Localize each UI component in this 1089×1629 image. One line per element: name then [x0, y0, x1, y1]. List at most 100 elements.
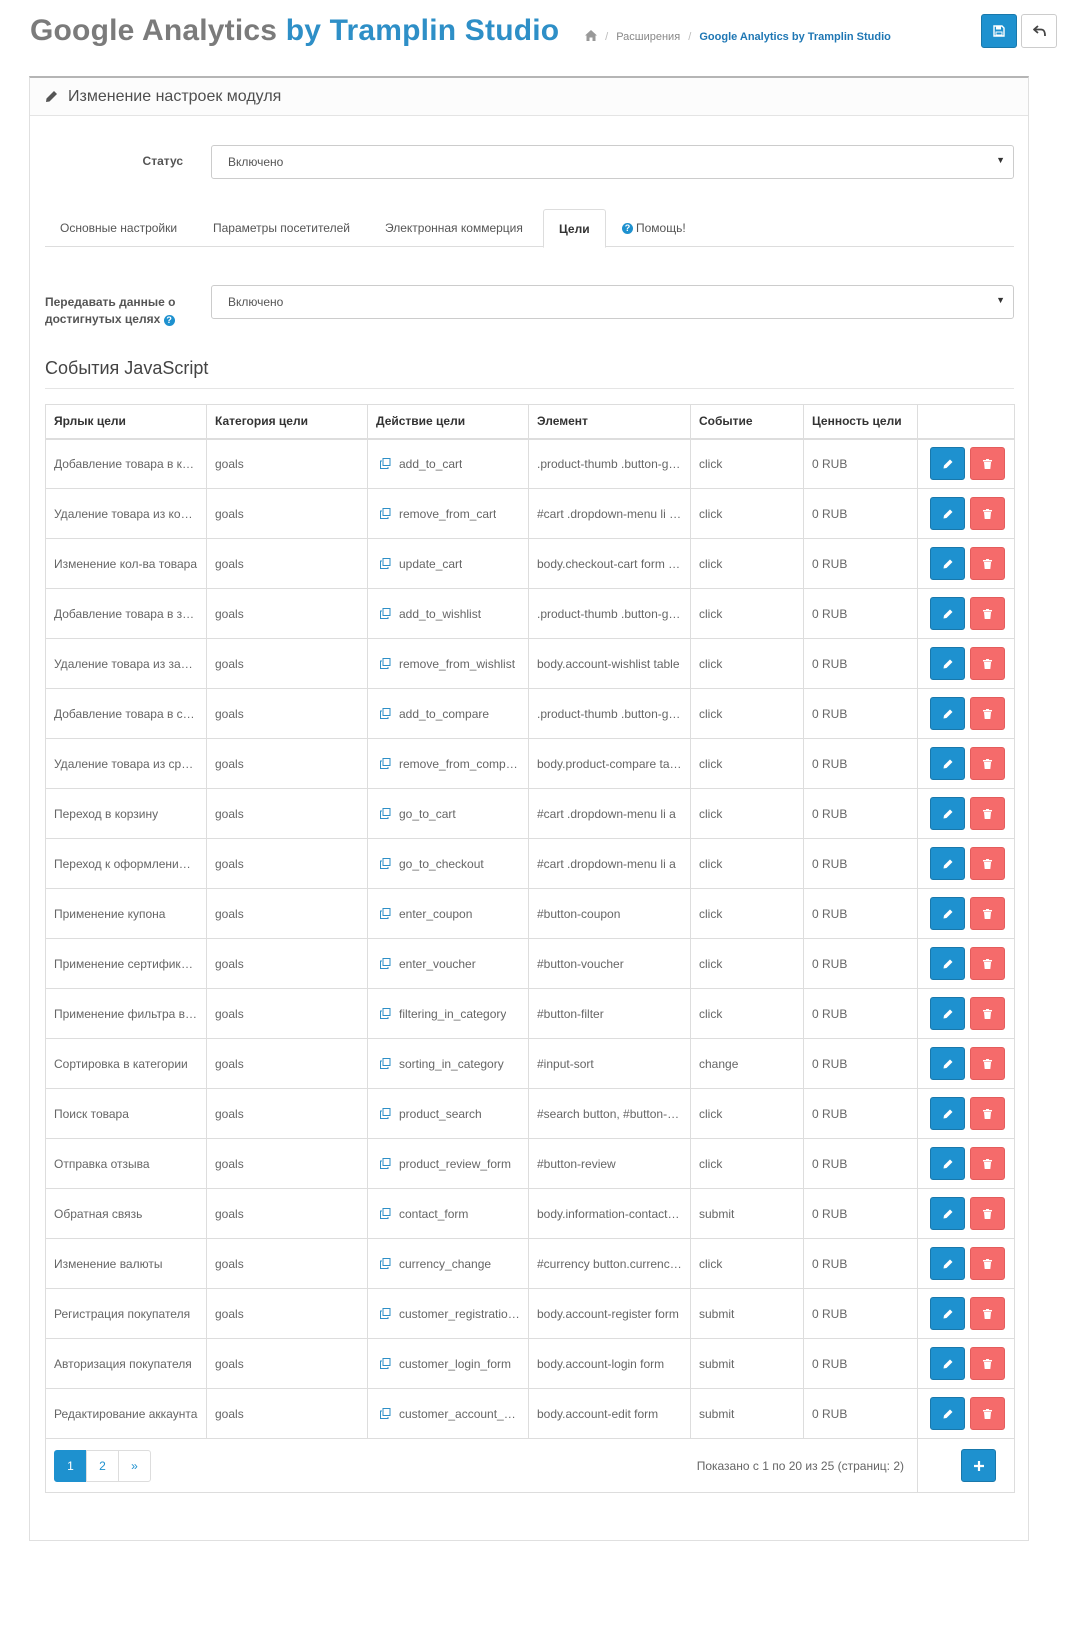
- tab-label: Параметры посетителей: [213, 221, 350, 235]
- column-header[interactable]: Ценность цели: [803, 404, 918, 440]
- edit-button[interactable]: [930, 897, 965, 930]
- copy-icon[interactable]: [380, 908, 391, 919]
- add-event-button[interactable]: [961, 1449, 996, 1482]
- edit-button[interactable]: [930, 797, 965, 830]
- copy-icon[interactable]: [380, 1358, 391, 1369]
- copy-icon[interactable]: [380, 1108, 391, 1119]
- delete-button[interactable]: [970, 547, 1006, 580]
- goal-label-cell: Применение купона: [45, 888, 207, 939]
- delete-button[interactable]: [970, 647, 1006, 680]
- column-header[interactable]: Действие цели: [367, 404, 529, 440]
- page-1-button[interactable]: 1: [54, 1449, 87, 1482]
- delete-button[interactable]: [970, 1047, 1006, 1080]
- goal-label-cell: Добавление товара в корзину: [45, 438, 207, 489]
- pencil-icon: [943, 1359, 952, 1368]
- next-page-button[interactable]: »: [118, 1449, 151, 1482]
- delete-button[interactable]: [970, 1347, 1006, 1380]
- copy-icon[interactable]: [380, 1258, 391, 1269]
- row-actions-cell: [917, 1038, 1015, 1089]
- goal-action-cell: product_review_form: [367, 1138, 529, 1189]
- copy-icon[interactable]: [380, 1408, 391, 1419]
- tab-help[interactable]: ? Помощь!: [607, 209, 701, 247]
- back-button[interactable]: [1021, 14, 1057, 48]
- edit-button[interactable]: [930, 947, 965, 980]
- goal-value-cell: 0 RUB: [803, 1238, 918, 1289]
- edit-button[interactable]: [930, 1197, 965, 1230]
- goal-value-cell: 0 RUB: [803, 1388, 918, 1439]
- delete-button[interactable]: [970, 1097, 1006, 1130]
- delete-button[interactable]: [970, 847, 1006, 880]
- copy-icon[interactable]: [380, 758, 391, 769]
- delete-button[interactable]: [970, 697, 1006, 730]
- copy-icon[interactable]: [380, 608, 391, 619]
- delete-button[interactable]: [970, 1197, 1006, 1230]
- edit-button[interactable]: [930, 1347, 965, 1380]
- copy-icon[interactable]: [380, 658, 391, 669]
- copy-icon[interactable]: [380, 858, 391, 869]
- question-circle-icon[interactable]: ?: [163, 315, 175, 326]
- copy-icon[interactable]: [380, 1208, 391, 1219]
- delete-button[interactable]: [970, 997, 1006, 1030]
- goal-element-cell: .product-thumb .button-group: [528, 588, 691, 639]
- status-select[interactable]: Включено ▼: [211, 145, 1014, 179]
- edit-button[interactable]: [930, 1397, 965, 1430]
- breadcrumb-current[interactable]: Google Analytics by Tramplin Studio: [699, 31, 891, 43]
- tab-ecommerce[interactable]: Электронная коммерция: [370, 209, 538, 247]
- delete-button[interactable]: [970, 1397, 1006, 1430]
- copy-icon[interactable]: [380, 558, 391, 569]
- edit-button[interactable]: [930, 1097, 965, 1130]
- copy-icon[interactable]: [380, 1158, 391, 1169]
- page-2-button[interactable]: 2: [86, 1449, 119, 1482]
- edit-button[interactable]: [930, 1297, 965, 1330]
- delete-button[interactable]: [970, 797, 1006, 830]
- breadcrumb-extensions[interactable]: Расширения: [616, 31, 680, 43]
- copy-icon[interactable]: [380, 708, 391, 719]
- column-header[interactable]: Категория цели: [206, 404, 368, 440]
- edit-button[interactable]: [930, 497, 965, 530]
- edit-button[interactable]: [930, 647, 965, 680]
- delete-button[interactable]: [970, 497, 1006, 530]
- tab-goals[interactable]: Цели: [543, 209, 606, 248]
- edit-button[interactable]: [930, 1247, 965, 1280]
- column-header[interactable]: Ярлык цели: [45, 404, 207, 440]
- delete-button[interactable]: [970, 597, 1006, 630]
- plus-icon: [973, 1460, 984, 1471]
- copy-icon[interactable]: [380, 1058, 391, 1069]
- goal-category-cell: goals: [206, 1238, 368, 1289]
- goal-label-cell: Изменение кол-ва товара: [45, 538, 207, 589]
- delete-button[interactable]: [970, 447, 1006, 481]
- edit-button[interactable]: [930, 447, 965, 481]
- column-header[interactable]: Элемент: [528, 404, 691, 440]
- breadcrumb-home[interactable]: [585, 30, 600, 43]
- copy-icon[interactable]: [380, 458, 391, 470]
- delete-button[interactable]: [970, 947, 1006, 980]
- goal-action-text: enter_coupon: [399, 906, 473, 921]
- copy-icon[interactable]: [380, 808, 391, 819]
- delete-button[interactable]: [970, 747, 1006, 780]
- tab-main-settings[interactable]: Основные настройки: [45, 209, 192, 247]
- delete-button[interactable]: [970, 1297, 1006, 1330]
- copy-icon[interactable]: [380, 1008, 391, 1019]
- delete-button[interactable]: [970, 1247, 1006, 1280]
- edit-button[interactable]: [930, 997, 965, 1030]
- edit-button[interactable]: [930, 597, 965, 630]
- goals-toggle-select[interactable]: Включено ▼: [211, 285, 1014, 319]
- edit-button[interactable]: [930, 1047, 965, 1080]
- edit-button[interactable]: [930, 847, 965, 880]
- copy-icon[interactable]: [380, 958, 391, 969]
- copy-icon[interactable]: [380, 508, 391, 519]
- row-actions-cell: [917, 638, 1015, 689]
- copy-icon[interactable]: [380, 1308, 391, 1319]
- table-row: Переход к оформлению заказа goals go_to_…: [45, 838, 1015, 889]
- edit-button[interactable]: [930, 747, 965, 780]
- edit-button[interactable]: [930, 547, 965, 580]
- column-header[interactable]: Событие: [690, 404, 804, 440]
- save-button[interactable]: [981, 14, 1017, 48]
- delete-button[interactable]: [970, 1147, 1006, 1180]
- goal-label-cell: Применение фильтра в категории: [45, 988, 207, 1039]
- edit-button[interactable]: [930, 1147, 965, 1180]
- trash-icon: [983, 1258, 993, 1269]
- edit-button[interactable]: [930, 697, 965, 730]
- delete-button[interactable]: [970, 897, 1006, 930]
- tab-visitor-params[interactable]: Параметры посетителей: [198, 209, 365, 247]
